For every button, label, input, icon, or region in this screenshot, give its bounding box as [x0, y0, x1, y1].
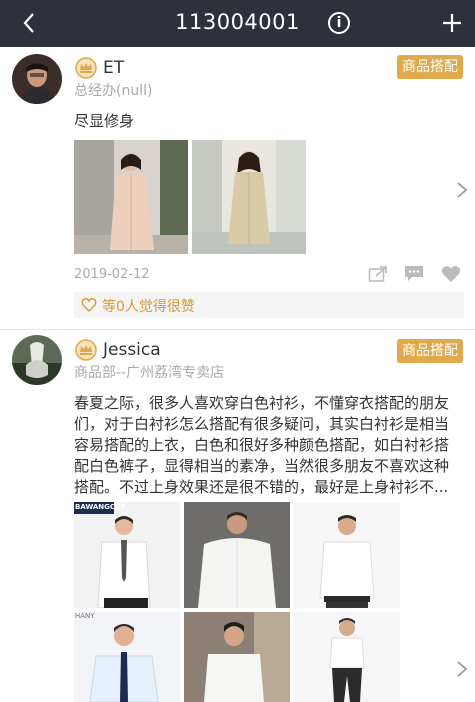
- post-image[interactable]: HANY: [74, 612, 180, 702]
- info-icon[interactable]: i: [328, 12, 350, 34]
- avatar[interactable]: [12, 54, 62, 104]
- image-label: BAWANGCHE: [75, 503, 126, 511]
- post-image[interactable]: [192, 140, 306, 254]
- page-title: 113004001: [175, 10, 300, 34]
- crown-badge-icon: [75, 339, 97, 361]
- chevron-right-icon[interactable]: [455, 659, 469, 679]
- tag-button[interactable]: 商品搭配: [397, 55, 463, 79]
- user-role: 总经办(null): [74, 83, 153, 99]
- top-bar: 113004001 i: [0, 0, 475, 47]
- user-name[interactable]: ET: [103, 57, 124, 79]
- back-icon[interactable]: [18, 9, 42, 37]
- heart-outline-icon: [81, 298, 97, 312]
- chevron-right-icon[interactable]: [455, 180, 469, 200]
- like-heart-icon[interactable]: [441, 265, 461, 283]
- user-name[interactable]: Jessica: [103, 339, 161, 361]
- user-role: 商品部--广州荔湾专卖店: [74, 365, 225, 381]
- likes-text: 等0人觉得很赞: [102, 299, 195, 315]
- post-image[interactable]: [294, 612, 400, 702]
- post-image[interactable]: [184, 612, 290, 702]
- post-text: 尽显修身: [74, 112, 135, 130]
- post-image[interactable]: [294, 502, 400, 608]
- post-image[interactable]: [184, 502, 290, 608]
- tag-button[interactable]: 商品搭配: [397, 339, 463, 363]
- comment-icon[interactable]: [404, 265, 424, 283]
- post-image[interactable]: [74, 140, 188, 254]
- post-card: Jessica 商品搭配 商品部--广州荔湾专卖店 春夏之际，很多人喜欢穿白色衬…: [0, 331, 475, 702]
- likes-bar[interactable]: 等0人觉得很赞: [74, 292, 464, 318]
- share-icon[interactable]: [368, 265, 388, 283]
- post-image[interactable]: BAWANGCHE: [74, 502, 180, 608]
- plus-icon[interactable]: [440, 11, 464, 35]
- divider: [0, 329, 475, 330]
- image-label: HANY: [75, 612, 95, 620]
- post-date: 2019-02-12: [74, 267, 150, 282]
- crown-badge-icon: [75, 57, 97, 79]
- post-card: ET 商品搭配 总经办(null) 尽显修身 2019-02-12 等0人觉得很…: [0, 47, 475, 331]
- post-text: 春夏之际，很多人喜欢穿白色衬衫，不懂穿衣搭配的朋友们，对于白衬衫怎么搭配有很多疑…: [74, 394, 450, 496]
- avatar[interactable]: [12, 335, 62, 385]
